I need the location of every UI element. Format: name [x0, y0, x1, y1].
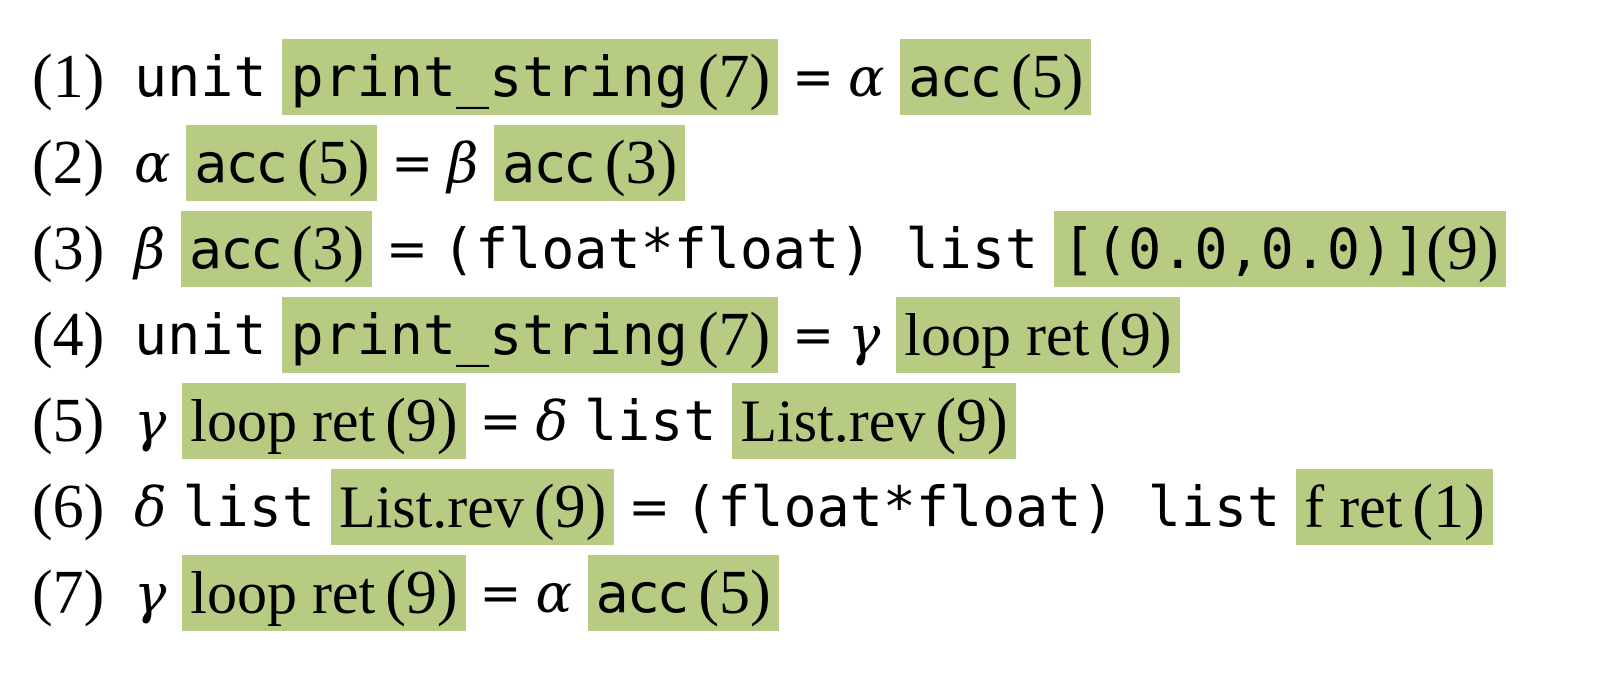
rhs-expression-label: acc: [502, 131, 595, 195]
rhs-expression-label: acc: [908, 45, 1001, 109]
lhs-type: β: [134, 217, 166, 281]
rhs-expression-label: [(0.0,0.0)]: [1061, 217, 1427, 281]
constraint-row-7: (7) γ loop ret (9) = α acc (5): [32, 550, 1592, 636]
lhs-type: γ: [134, 561, 167, 625]
constraint-row-2: (2) α acc (5) = β acc (3): [32, 120, 1592, 206]
lhs-type: list: [182, 475, 315, 539]
lhs-expression-label: acc: [189, 217, 282, 281]
rhs-expression-label: loop ret: [904, 301, 1090, 368]
lhs-type-variable: δ: [134, 475, 167, 539]
lhs-type: γ: [134, 389, 167, 453]
lhs-location: (9): [533, 472, 607, 541]
equation-number: (2): [32, 128, 105, 197]
rhs-expression-highlight: acc (5): [587, 555, 779, 631]
lhs-expression-label: loop ret: [190, 387, 376, 454]
lhs-location: (7): [697, 300, 771, 369]
lhs-expression-highlight: print_string (7): [282, 39, 779, 115]
rhs-expression-label: acc: [595, 561, 689, 625]
rhs-type-variable: δ: [535, 389, 568, 453]
rhs-location: (5): [698, 558, 771, 627]
rhs-location: (3): [604, 128, 678, 197]
constraint-row-3: (3) β acc (3) = (float*float) list [(0.0…: [32, 206, 1592, 292]
equals-sign: =: [479, 564, 522, 622]
rhs-location: (5): [1010, 42, 1084, 111]
rhs-expression-highlight: acc (3): [494, 125, 686, 201]
lhs-expression-label: List.rev: [338, 473, 524, 540]
equation-number: (6): [32, 472, 105, 541]
constraint-row-6: (6) δ list List.rev (9) = (float*float) …: [32, 464, 1592, 550]
equation-number: (7): [32, 558, 105, 627]
equation-number: (5): [32, 386, 105, 455]
lhs-type: α: [134, 131, 171, 195]
lhs-expression-highlight: acc (3): [181, 211, 372, 287]
rhs-location: (9): [935, 386, 1008, 455]
lhs-expression-label: print_string: [290, 303, 688, 367]
lhs-expression-label: loop ret: [190, 559, 376, 626]
lhs-expression-highlight: acc (5): [186, 125, 378, 201]
lhs-expression-highlight: loop ret (9): [182, 555, 466, 631]
rhs-expression-highlight: List.rev (9): [732, 383, 1016, 459]
equals-sign: =: [391, 134, 434, 192]
constraint-row-1: (1) unit print_string (7) = α acc (5): [32, 34, 1592, 120]
rhs-expression-highlight: loop ret (9): [896, 297, 1180, 373]
lhs-expression-highlight: loop ret (9): [182, 383, 466, 459]
lhs-location: (9): [385, 386, 458, 455]
equation-number: (3): [32, 214, 105, 283]
lhs-expression-label: print_string: [290, 45, 688, 109]
equation-number: (4): [32, 300, 105, 369]
lhs-location: (5): [296, 128, 370, 197]
lhs-type: unit: [134, 45, 267, 109]
rhs-expression-highlight: f ret (1): [1296, 469, 1493, 545]
equals-sign: =: [792, 48, 835, 106]
rhs-expression-highlight: acc (5): [900, 39, 1092, 115]
lhs-location: (7): [697, 42, 771, 111]
lhs-location: (3): [291, 214, 364, 283]
equation-number: (1): [32, 42, 105, 111]
equals-sign: =: [628, 478, 671, 536]
lhs-expression-highlight: print_string (7): [282, 297, 779, 373]
equals-sign: =: [479, 392, 522, 450]
rhs-expression-highlight: [(0.0,0.0)] (9): [1053, 211, 1507, 287]
rhs-type: list: [583, 389, 717, 453]
lhs-type: unit: [134, 303, 267, 367]
lhs-expression-highlight: List.rev (9): [330, 469, 615, 545]
rhs-location: (9): [1426, 214, 1499, 283]
rhs-type: β: [447, 131, 479, 195]
rhs-type: (float*float) list: [684, 475, 1281, 539]
equals-sign: =: [386, 220, 428, 278]
rhs-type: α: [848, 45, 885, 109]
lhs-expression-label: acc: [194, 131, 287, 195]
rhs-location: (9): [1099, 300, 1172, 369]
rhs-type: (float*float) list: [441, 217, 1038, 281]
rhs-location: (1): [1412, 472, 1485, 541]
lhs-location: (9): [385, 558, 458, 627]
constraint-row-5: (5) γ loop ret (9) = δ list List.rev (9): [32, 378, 1592, 464]
equals-sign: =: [792, 306, 835, 364]
rhs-expression-label: f ret: [1304, 473, 1403, 540]
rhs-type: α: [535, 561, 572, 625]
rhs-expression-label: List.rev: [740, 387, 926, 454]
rhs-type: γ: [848, 303, 881, 367]
constraint-row-4: (4) unit print_string (7) = γ loop ret (…: [32, 292, 1592, 378]
constraint-list: (1) unit print_string (7) = α acc (5) (2…: [32, 34, 1592, 636]
